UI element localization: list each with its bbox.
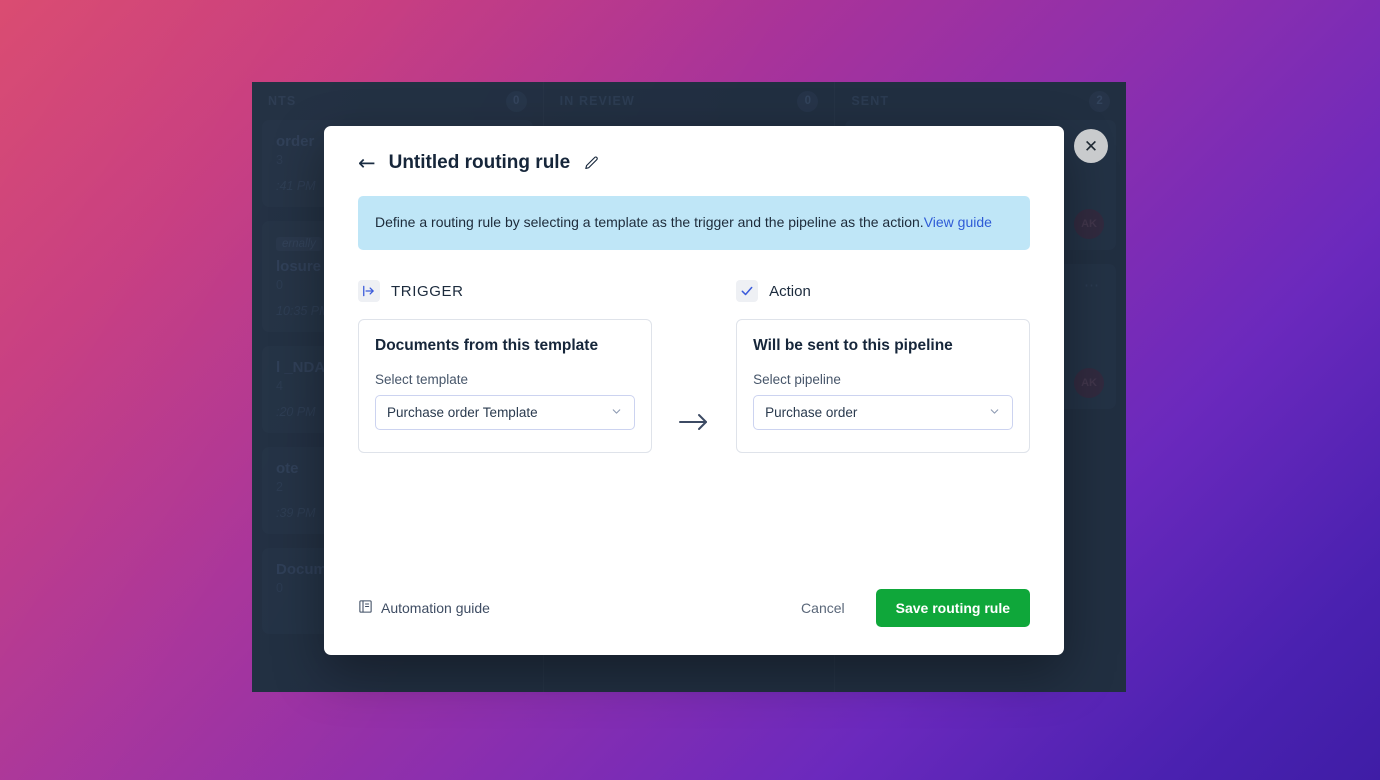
automation-guide-label: Automation guide (381, 600, 490, 616)
column-count-badge: 0 (797, 90, 819, 112)
trigger-box-title: Documents from this template (375, 337, 599, 355)
column-header: IN REVIEW 0 (554, 82, 825, 120)
close-modal-button[interactable]: ✕ (1074, 129, 1108, 163)
column-count-badge: 0 (505, 90, 527, 112)
column-title: IN REVIEW (559, 94, 635, 108)
desktop-backdrop: NTS 0 order 3 :41 PM ernally losure Agr … (0, 0, 1380, 780)
close-icon: ✕ (1083, 136, 1099, 156)
automation-guide-link[interactable]: Automation guide (358, 599, 490, 617)
avatar: AK (1074, 209, 1105, 239)
info-banner: Define a routing rule by selecting a tem… (358, 196, 1030, 251)
select-template-value: Purchase order Template (387, 405, 538, 421)
footer-actions: Cancel Save routing rule (801, 589, 1030, 627)
book-icon (358, 599, 373, 617)
select-pipeline-dropdown[interactable]: Purchase order (753, 395, 1013, 431)
column-header: NTS 0 (262, 82, 533, 120)
action-panel: Action Will be sent to this pipeline Sel… (736, 280, 1030, 454)
modal-header: ← Untitled routing rule (358, 126, 1030, 174)
select-template-label: Select template (375, 372, 469, 388)
trigger-arrow-icon (358, 280, 380, 303)
pencil-edit-icon[interactable] (583, 155, 600, 172)
view-guide-link[interactable]: View guide (924, 214, 992, 230)
rule-panels: TRIGGER Documents from this template Sel… (358, 280, 1030, 454)
column-count-badge: 2 (1089, 90, 1111, 112)
avatar: AK (1074, 368, 1105, 398)
modal-footer: Automation guide Cancel Save routing rul… (358, 589, 1030, 655)
card-tag: ernally (276, 237, 322, 251)
checkmark-icon (736, 280, 759, 303)
action-box: Will be sent to this pipeline Select pip… (736, 319, 1030, 454)
chevron-down-icon (610, 405, 623, 420)
back-arrow-icon[interactable]: ← (358, 152, 376, 174)
trigger-label: TRIGGER (391, 282, 464, 300)
save-routing-rule-button[interactable]: Save routing rule (875, 589, 1030, 627)
page-title: Untitled routing rule (388, 152, 571, 173)
trigger-panel-header: TRIGGER (358, 280, 652, 303)
flow-arrow-icon (652, 280, 736, 453)
select-pipeline-label: Select pipeline (753, 372, 841, 388)
column-title: NTS (268, 94, 297, 108)
action-label: Action (769, 282, 811, 300)
select-template-dropdown[interactable]: Purchase order Template (375, 395, 635, 431)
info-banner-text: Define a routing rule by selecting a tem… (375, 214, 924, 230)
select-pipeline-value: Purchase order (765, 405, 858, 421)
trigger-box: Documents from this template Select temp… (358, 319, 652, 454)
action-panel-header: Action (736, 280, 1030, 303)
chevron-down-icon (988, 405, 1001, 420)
more-options-icon[interactable]: ⋯ (1084, 278, 1100, 293)
column-header: SENT 2 (845, 82, 1116, 120)
cancel-button[interactable]: Cancel (801, 600, 845, 616)
trigger-panel: TRIGGER Documents from this template Sel… (358, 280, 652, 454)
column-title: SENT (851, 94, 890, 108)
routing-rule-modal: ← Untitled routing rule Define a routing… (324, 126, 1064, 655)
action-box-title: Will be sent to this pipeline (753, 337, 953, 355)
